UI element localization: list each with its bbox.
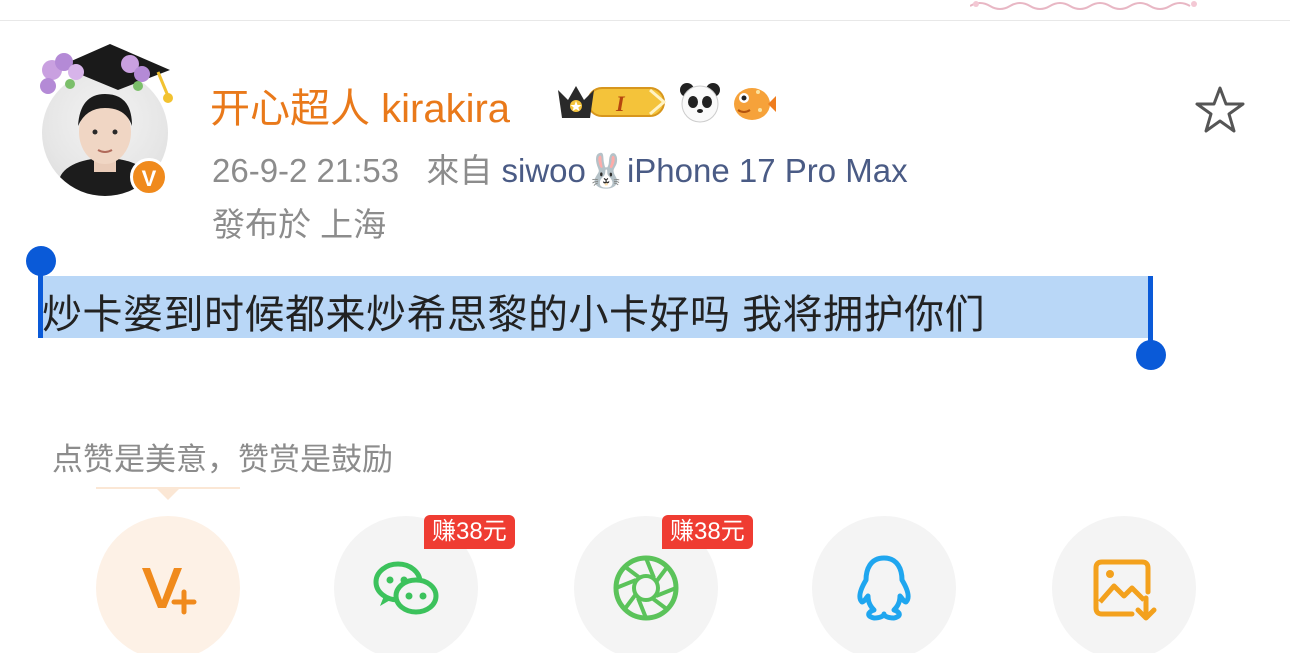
username[interactable]: 开心超人 kirakira <box>210 76 510 134</box>
crown-level-badge-icon[interactable]: I <box>554 80 670 124</box>
wechat-icon <box>373 561 439 615</box>
decorative-border <box>970 1 1197 10</box>
wechat-reward-badge: 赚38元 <box>424 515 515 549</box>
moments-reward-badge: 赚38元 <box>662 515 753 549</box>
post-datetime: 26-9-2 21:53 <box>212 152 400 189</box>
tip-pointer <box>96 487 240 500</box>
moments-icon <box>613 555 679 621</box>
from-label: 來自 <box>426 152 493 189</box>
post-meta: 26-9-2 21:53 來自 siwoo🐰iPhone 17 Pro Max <box>212 144 908 192</box>
user-badges: I <box>554 78 776 126</box>
post-source[interactable]: siwoo🐰iPhone 17 Pro Max <box>501 152 907 189</box>
qq-icon <box>857 555 911 621</box>
top-divider <box>0 20 1290 21</box>
pufferfish-emoji-icon <box>734 88 776 120</box>
panda-emoji-icon <box>680 83 720 123</box>
qq-share-button[interactable] <box>812 516 956 653</box>
post-text[interactable]: 炒卡婆到时候都来炒希思黎的小卡好吗 我将拥护你们 <box>42 282 985 340</box>
svg-text:I: I <box>615 91 626 116</box>
graduation-cap-flower-icon <box>40 44 173 103</box>
vplus-share-button[interactable] <box>96 516 240 653</box>
verified-badge: V <box>130 158 168 196</box>
vplus-icon <box>142 568 197 615</box>
star-icon[interactable] <box>1194 84 1246 136</box>
selection-start-bar <box>38 262 43 338</box>
post-location: 發布於 上海 <box>212 206 387 243</box>
reward-tip: 点赞是美意，赞赏是鼓励 <box>52 442 393 477</box>
save-image-button[interactable] <box>1052 516 1196 653</box>
selection-end-handle[interactable] <box>1136 340 1166 370</box>
save-image-icon <box>1093 559 1157 621</box>
user-avatar-group[interactable]: V <box>30 40 180 200</box>
